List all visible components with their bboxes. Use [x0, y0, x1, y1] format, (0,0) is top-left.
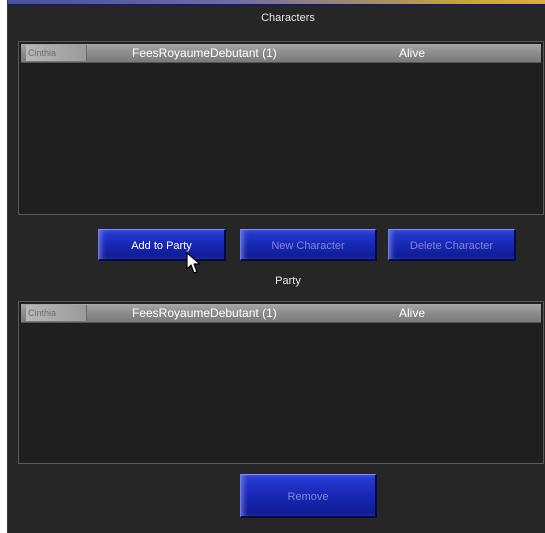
characters-heading: Characters — [261, 12, 315, 24]
title-bar-underline — [8, 4, 545, 6]
add-to-party-button[interactable]: Add to Party — [98, 229, 226, 261]
remove-button[interactable]: Remove — [240, 474, 377, 518]
character-status: Alive — [399, 46, 426, 60]
delete-character-button[interactable]: Delete Character — [388, 229, 516, 261]
party-member-realm: FeesRoyaumeDebutant (1) — [132, 306, 277, 320]
new-character-button[interactable]: New Character — [240, 229, 377, 261]
character-realm: FeesRoyaumeDebutant (1) — [132, 46, 277, 60]
party-member-status: Alive — [399, 306, 426, 320]
party-member-row[interactable]: Cinthia FeesRoyaumeDebutant (1) Alive — [21, 304, 541, 323]
party-member-name: Cinthia — [26, 305, 87, 321]
character-select-window: Characters Cinthia FeesRoyaumeDebutant (… — [7, 0, 545, 533]
mouse-pointer-icon — [186, 252, 201, 274]
character-row[interactable]: Cinthia FeesRoyaumeDebutant (1) Alive — [21, 44, 541, 63]
party-list[interactable]: Cinthia FeesRoyaumeDebutant (1) Alive — [18, 301, 544, 464]
characters-list[interactable]: Cinthia FeesRoyaumeDebutant (1) Alive — [18, 41, 544, 215]
character-name: Cinthia — [26, 45, 87, 61]
party-heading: Party — [275, 275, 301, 287]
